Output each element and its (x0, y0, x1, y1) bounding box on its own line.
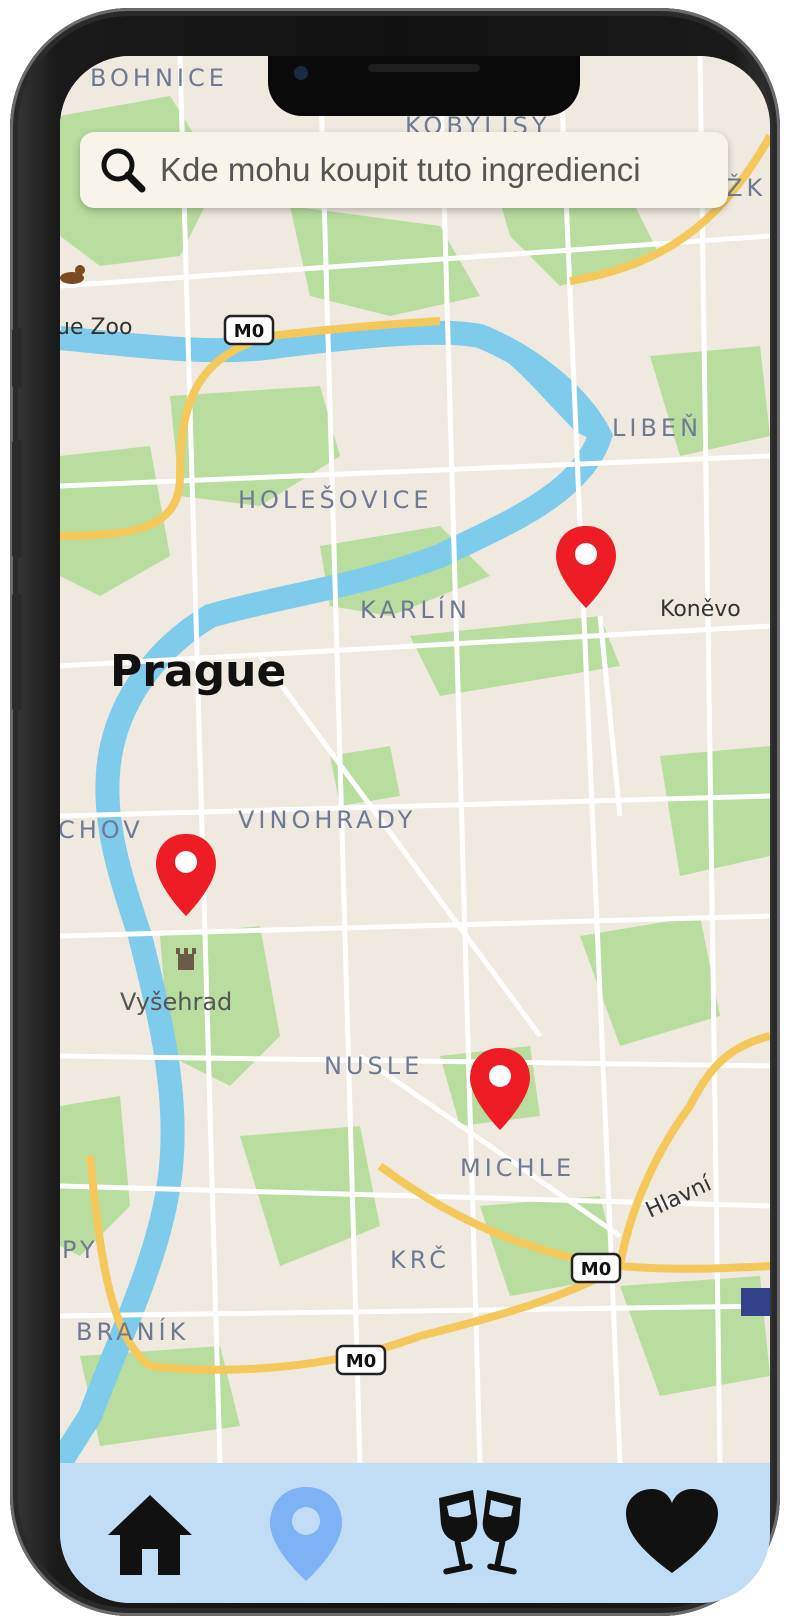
label-chov: CHOV (60, 816, 144, 844)
label-konevova: Koněvo (660, 597, 741, 622)
phone-volume-up (12, 440, 22, 558)
label-branik: BRANÍK (76, 1317, 189, 1346)
label-partial-zk: ŽK (726, 173, 766, 202)
nav-home[interactable] (90, 1473, 210, 1593)
label-zoo: ue Zoo (60, 315, 132, 340)
map-pin-icon (270, 1487, 342, 1581)
highway-shield: M0 (223, 314, 275, 346)
svg-text:M0: M0 (581, 1259, 611, 1280)
map-edge-marker (741, 1288, 770, 1316)
nav-favorites[interactable] (612, 1473, 732, 1593)
label-liben: LIBEŇ (612, 413, 702, 442)
label-holesovice: HOLEŠOVICE (238, 484, 433, 514)
nav-map[interactable] (246, 1473, 366, 1593)
nav-drinks[interactable] (420, 1473, 540, 1593)
wine-glasses-icon (439, 1490, 521, 1575)
city-label: Prague (110, 646, 286, 697)
speaker-grille (368, 64, 480, 72)
svg-text:M0: M0 (234, 321, 264, 342)
search-bar[interactable] (80, 132, 728, 208)
label-partial-py: PY (62, 1236, 99, 1264)
label-krc: KRČ (390, 1244, 450, 1274)
search-input[interactable] (158, 150, 722, 190)
phone-notch (268, 56, 580, 116)
search-icon[interactable] (96, 143, 150, 197)
bottom-nav (60, 1463, 770, 1603)
label-karlin: KARLÍN (360, 595, 471, 624)
label-bohnice: BOHNICE (90, 64, 228, 92)
label-nusle: NUSLE (324, 1052, 423, 1080)
phone-mute-switch (12, 328, 22, 388)
label-vysehrad: Vyšehrad (120, 988, 232, 1016)
screen: M0 M0 M0 BOHNICE KOBYLISY HOLEŠOVICE LIB… (60, 56, 770, 1603)
home-icon (108, 1495, 192, 1575)
map[interactable]: M0 M0 M0 BOHNICE KOBYLISY HOLEŠOVICE LIB… (60, 56, 770, 1463)
phone-volume-down (12, 593, 22, 711)
heart-icon (626, 1489, 718, 1573)
highway-shield: M0 (570, 1252, 622, 1284)
castle-icon (176, 948, 196, 970)
svg-text:M0: M0 (346, 1351, 376, 1372)
label-vinohrady: VINOHRADY (238, 806, 416, 834)
phone-frame: M0 M0 M0 BOHNICE KOBYLISY HOLEŠOVICE LIB… (10, 8, 780, 1616)
highway-shield: M0 (335, 1344, 387, 1376)
label-michle: MICHLE (460, 1154, 575, 1182)
front-camera (294, 66, 308, 80)
